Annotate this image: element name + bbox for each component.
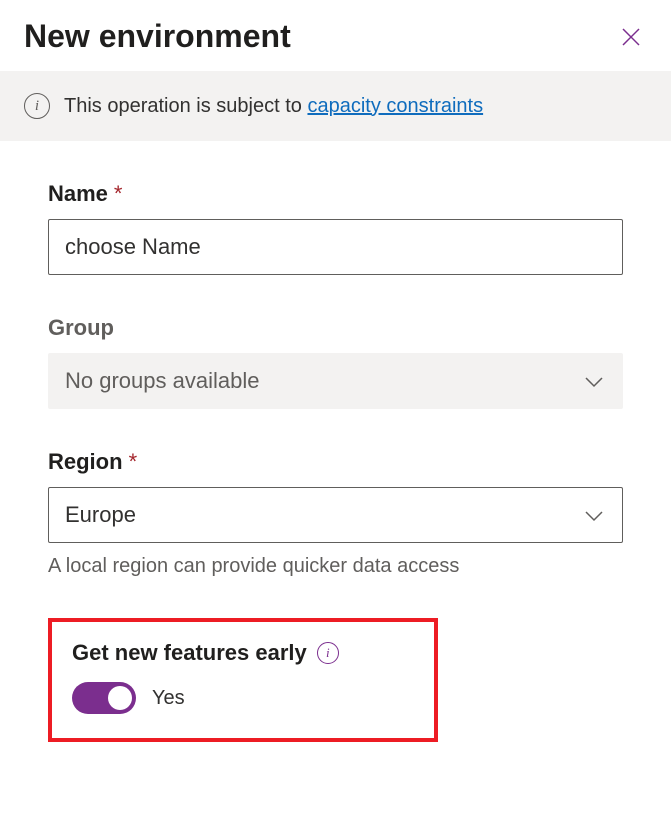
name-label: Name* <box>48 181 623 207</box>
features-toggle[interactable] <box>72 682 136 714</box>
field-region: Region* Europe A local region can provid… <box>48 449 623 578</box>
panel-title: New environment <box>24 18 291 55</box>
capacity-constraints-link[interactable]: capacity constraints <box>307 95 483 117</box>
region-helper-text: A local region can provide quicker data … <box>48 555 623 578</box>
panel-header: New environment <box>0 0 671 71</box>
field-name: Name* <box>48 181 623 275</box>
region-value: Europe <box>65 502 136 528</box>
features-toggle-value: Yes <box>152 687 185 710</box>
notice-bar: i This operation is subject to capacity … <box>0 71 671 141</box>
close-icon <box>619 25 643 49</box>
group-label: Group <box>48 315 623 341</box>
close-button[interactable] <box>615 21 647 53</box>
chevron-down-icon <box>584 368 604 394</box>
required-indicator: * <box>114 181 123 206</box>
form: Name* Group No groups available Region* … <box>0 141 671 762</box>
field-group: Group No groups available <box>48 315 623 409</box>
info-icon: i <box>24 93 50 119</box>
group-placeholder: No groups available <box>65 368 259 394</box>
info-icon[interactable]: i <box>317 642 339 664</box>
features-label-row: Get new features early i <box>72 640 414 666</box>
chevron-down-icon <box>584 502 604 528</box>
region-label: Region* <box>48 449 623 475</box>
toggle-thumb <box>108 686 132 710</box>
notice-text: This operation is subject to capacity co… <box>64 95 483 118</box>
features-label: Get new features early <box>72 640 307 666</box>
required-indicator: * <box>129 449 138 474</box>
region-select[interactable]: Europe <box>48 487 623 543</box>
name-input[interactable] <box>48 219 623 275</box>
highlight-box: Get new features early i Yes <box>48 618 438 742</box>
features-toggle-row: Yes <box>72 682 414 714</box>
group-select: No groups available <box>48 353 623 409</box>
